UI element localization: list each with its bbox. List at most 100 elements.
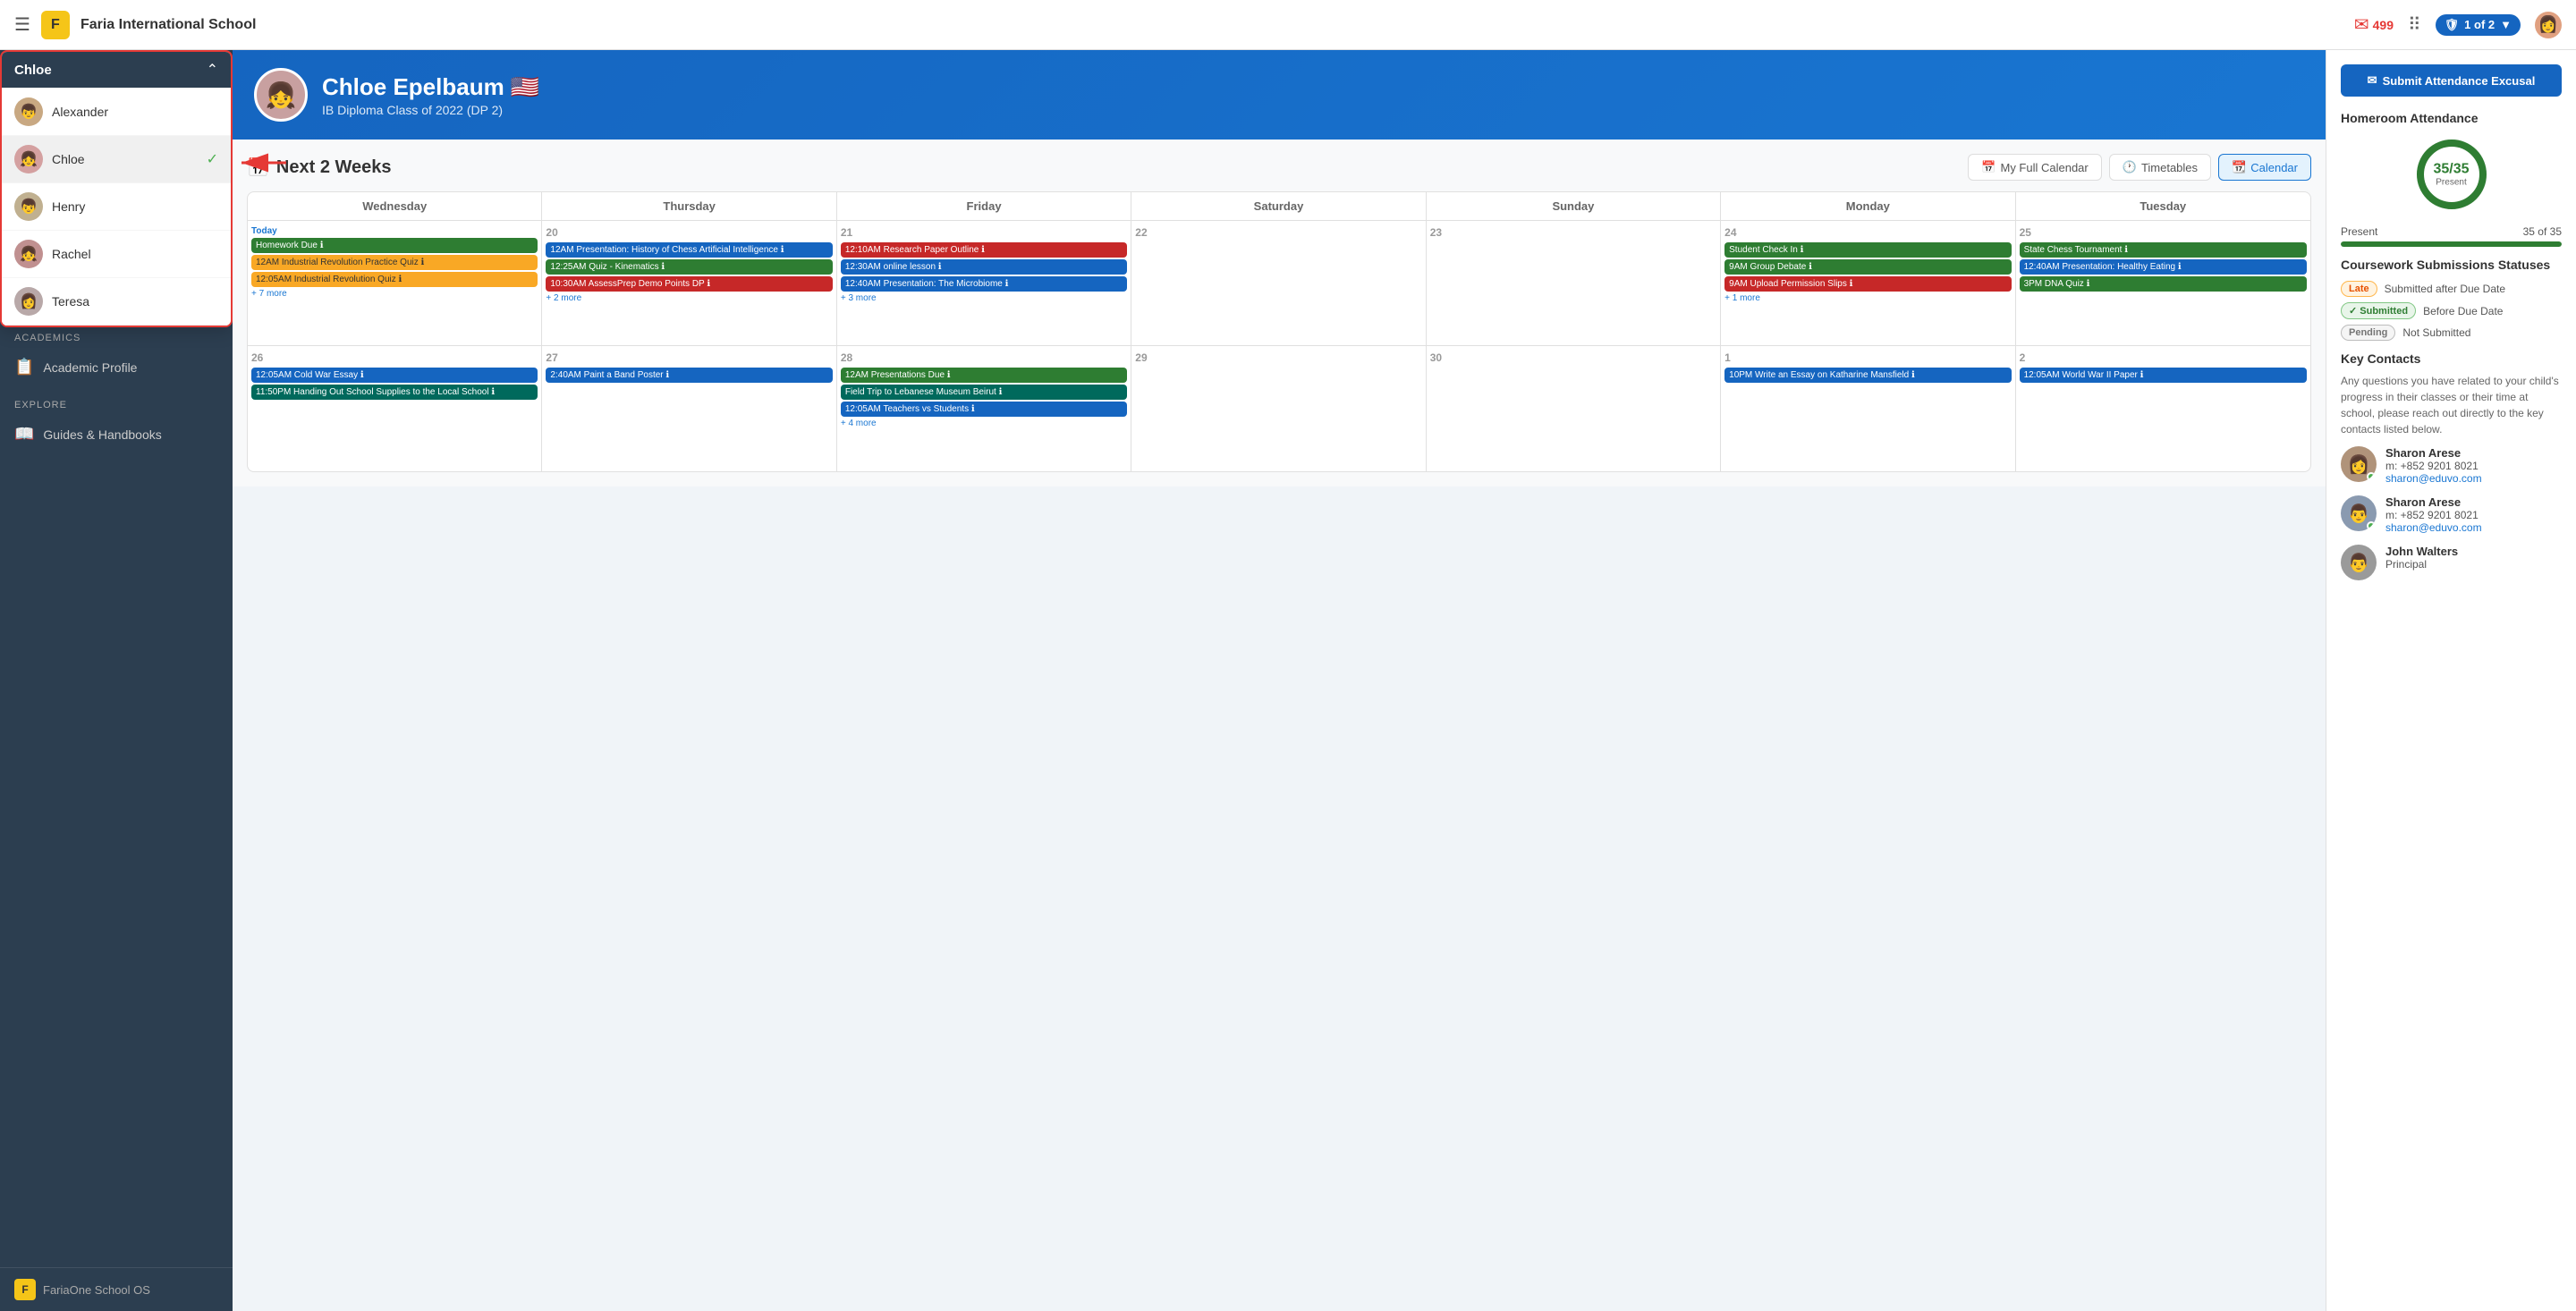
top-nav: ☰ F Faria International School ✉ 499 ⠿ 🛡…: [0, 0, 2576, 50]
current-student-name: Chloe: [14, 63, 52, 78]
attendance-bar-value: 35 of 35: [2523, 225, 2562, 238]
cal-cell-22: 22: [1131, 221, 1426, 345]
more-link[interactable]: + 7 more: [251, 289, 538, 299]
key-contacts-title: Key Contacts: [2341, 351, 2562, 366]
more-link[interactable]: + 4 more: [841, 419, 1127, 428]
student-item-alexander[interactable]: 👦 Alexander: [2, 89, 231, 136]
event[interactable]: Homework Due ℹ: [251, 238, 538, 253]
main-layout: Chloe ⌃ 👦 Alexander 👧 Chloe ✓ 👦 Henry 👧 …: [0, 50, 2576, 1311]
contact-avatar-1: 👩: [2341, 446, 2377, 482]
event[interactable]: Student Check In ℹ: [1724, 242, 2011, 258]
submitted-badge: ✓ Submitted: [2341, 302, 2416, 319]
event[interactable]: 9AM Upload Permission Slips ℹ: [1724, 276, 2011, 292]
clock-icon: 🕐: [2123, 160, 2137, 174]
event[interactable]: 12:40AM Presentation: The Microbiome ℹ: [841, 276, 1127, 292]
submit-attendance-button[interactable]: ✉ Submit Attendance Excusal: [2341, 64, 2562, 97]
event[interactable]: 12:05AM Teachers vs Students ℹ: [841, 402, 1127, 417]
more-link[interactable]: + 3 more: [841, 293, 1127, 303]
event[interactable]: Field Trip to Lebanese Museum Beirut ℹ: [841, 385, 1127, 400]
event[interactable]: 12:05AM World War II Paper ℹ: [2020, 368, 2307, 383]
contact-info-3: John Walters Principal: [2385, 545, 2458, 571]
attendance-bar-fill: [2341, 241, 2562, 247]
student-item-teresa[interactable]: 👩 Teresa: [2, 278, 231, 326]
event[interactable]: 12:10AM Research Paper Outline ℹ: [841, 242, 1127, 258]
more-link[interactable]: + 2 more: [546, 293, 832, 303]
event[interactable]: 12:40AM Presentation: Healthy Eating ℹ: [2020, 259, 2307, 275]
event[interactable]: 2:40AM Paint a Band Poster ℹ: [546, 368, 832, 383]
event[interactable]: 12AM Presentations Due ℹ: [841, 368, 1127, 383]
event[interactable]: 12:25AM Quiz - Kinematics ℹ: [546, 259, 832, 275]
cal-cell-30: 30: [1427, 346, 1721, 471]
calendar-header: 📅 Next 2 Weeks 📅 My Full Calendar 🕐 Time…: [247, 154, 2311, 181]
event[interactable]: 12:05AM Industrial Revolution Quiz ℹ: [251, 272, 538, 287]
student-name-teresa: Teresa: [52, 294, 218, 309]
sidebar-item-label: Guides & Handbooks: [43, 427, 161, 442]
student-item-chloe[interactable]: 👧 Chloe ✓: [2, 136, 231, 183]
calendar-week-2: 26 12:05AM Cold War Essay ℹ 11:50PM Hand…: [248, 346, 2310, 471]
cal-cell-25: 25 State Chess Tournament ℹ 12:40AM Pres…: [2016, 221, 2310, 345]
cal-cell-2: 2 12:05AM World War II Paper ℹ: [2016, 346, 2310, 471]
event[interactable]: 10PM Write an Essay on Katharine Mansfie…: [1724, 368, 2011, 383]
cal-cell-23: 23: [1427, 221, 1721, 345]
contact-avatar-2: 👨: [2341, 495, 2377, 531]
event[interactable]: 11:50PM Handing Out School Supplies to t…: [251, 385, 538, 400]
event[interactable]: 9AM Group Debate ℹ: [1724, 259, 2011, 275]
full-calendar-button[interactable]: 📅 My Full Calendar: [1968, 154, 2101, 181]
app-logo: F: [41, 11, 70, 39]
student-switcher[interactable]: 🛡 1 of 2 ▼: [2436, 14, 2521, 36]
contact-info-2: Sharon Arese m: +852 9201 8021 sharon@ed…: [2385, 495, 2482, 534]
status-submitted: ✓ Submitted Before Due Date: [2341, 302, 2562, 319]
student-dropdown: Chloe ⌃ 👦 Alexander 👧 Chloe ✓ 👦 Henry 👧 …: [0, 50, 233, 327]
student-item-henry[interactable]: 👦 Henry: [2, 183, 231, 231]
late-badge: Late: [2341, 281, 2377, 297]
student-item-rachel[interactable]: 👧 Rachel: [2, 231, 231, 278]
dropdown-header[interactable]: Chloe ⌃: [2, 52, 231, 89]
contact-name-2: Sharon Arese: [2385, 495, 2482, 509]
sidebar-item-guides[interactable]: 📖 Guides & Handbooks: [0, 416, 233, 453]
hamburger-icon[interactable]: ☰: [14, 13, 30, 36]
apps-grid-icon[interactable]: ⠿: [2408, 13, 2421, 36]
cal-cell-24: 24 Student Check In ℹ 9AM Group Debate ℹ…: [1721, 221, 2015, 345]
calendar-view-button[interactable]: 📆 Calendar: [2218, 154, 2311, 181]
student-avatar: 👧: [14, 145, 43, 173]
contact-role-3: Principal: [2385, 558, 2458, 571]
academic-profile-icon: 📋: [14, 358, 34, 376]
cal-cell-1: 1 10PM Write an Essay on Katharine Mansf…: [1721, 346, 2015, 471]
mail-badge[interactable]: ✉ 499: [2354, 13, 2394, 36]
student-info: Chloe Epelbaum 🇺🇸 IB Diploma Class of 20…: [322, 73, 539, 117]
student-header: 👧 Chloe Epelbaum 🇺🇸 IB Diploma Class of …: [233, 50, 2326, 140]
content-area: 👧 Chloe Epelbaum 🇺🇸 IB Diploma Class of …: [233, 50, 2326, 1311]
pending-badge: Pending: [2341, 325, 2395, 341]
contact-email-2[interactable]: sharon@eduvo.com: [2385, 521, 2482, 534]
student-name-rachel: Rachel: [52, 247, 218, 261]
coursework-statuses: Late Submitted after Due Date ✓ Submitte…: [2341, 281, 2562, 341]
attendance-donut: 35/35 Present: [2411, 134, 2492, 215]
switcher-label: 1 of 2: [2464, 18, 2495, 31]
status-pending: Pending Not Submitted: [2341, 325, 2562, 341]
day-sunday: Sunday: [1427, 192, 1721, 220]
event[interactable]: 10:30AM AssessPrep Demo Points DP ℹ: [546, 276, 832, 292]
timetables-button[interactable]: 🕐 Timetables: [2109, 154, 2211, 181]
cal-cell-20: 20 12AM Presentation: History of Chess A…: [542, 221, 836, 345]
contact-name-3: John Walters: [2385, 545, 2458, 558]
explore-section-label: Explore: [0, 385, 233, 416]
event[interactable]: 12:05AM Cold War Essay ℹ: [251, 368, 538, 383]
calendar-active-icon: 📆: [2232, 160, 2246, 174]
contact-phone-2: m: +852 9201 8021: [2385, 509, 2482, 521]
main-area: 👧 Chloe Epelbaum 🇺🇸 IB Diploma Class of …: [233, 50, 2576, 1311]
event[interactable]: 12AM Presentation: History of Chess Arti…: [546, 242, 832, 258]
student-avatar: 👩: [14, 287, 43, 316]
contact-email-1[interactable]: sharon@eduvo.com: [2385, 472, 2482, 485]
event[interactable]: State Chess Tournament ℹ: [2020, 242, 2307, 258]
sidebar-item-academic-profile[interactable]: 📋 Academic Profile: [0, 349, 233, 385]
contact-avatar-3: 👨: [2341, 545, 2377, 580]
calendar-icon: 📅: [247, 156, 269, 179]
more-link[interactable]: + 1 more: [1724, 293, 2011, 303]
sidebar: Chloe ⌃ 👦 Alexander 👧 Chloe ✓ 👦 Henry 👧 …: [0, 50, 233, 1311]
user-avatar[interactable]: 👩: [2535, 12, 2562, 38]
event[interactable]: 3PM DNA Quiz ℹ: [2020, 276, 2307, 292]
event[interactable]: 12:30AM online lesson ℹ: [841, 259, 1127, 275]
event[interactable]: 12AM Industrial Revolution Practice Quiz…: [251, 255, 538, 270]
day-wednesday: Wednesday: [248, 192, 542, 220]
nav-right: ✉ 499 ⠿ 🛡 1 of 2 ▼ 👩: [2354, 12, 2562, 38]
